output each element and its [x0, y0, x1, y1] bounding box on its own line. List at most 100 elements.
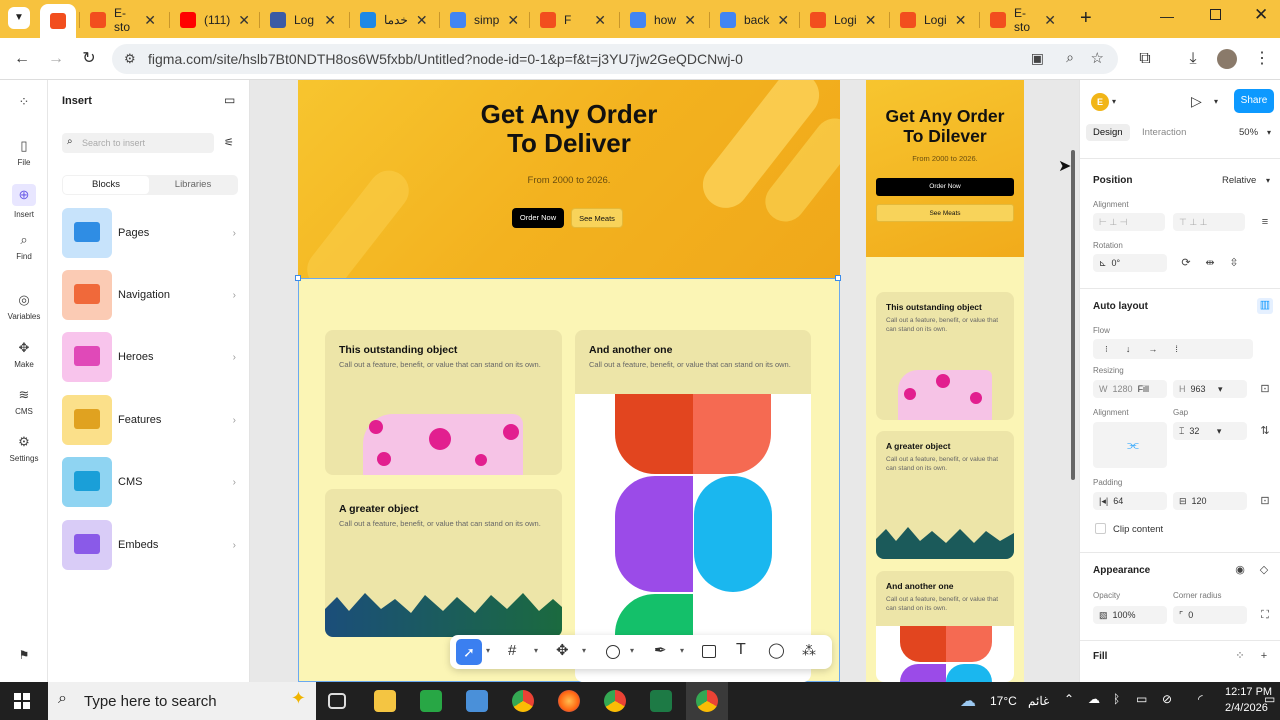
rotate-icon[interactable]: ⟳: [1179, 256, 1193, 270]
close-window-button[interactable]: ✕: [1254, 5, 1268, 25]
selection-handle[interactable]: [835, 275, 841, 281]
file-explorer-icon[interactable]: [374, 690, 396, 712]
rail-item[interactable]: ≋ CMS: [0, 387, 48, 416]
browser-tab[interactable]: (111) ✕: [170, 6, 256, 34]
tab-blocks[interactable]: Blocks: [63, 176, 149, 194]
chevron-down-icon[interactable]: ▾: [680, 646, 684, 655]
styles-icon[interactable]: ⁘: [1233, 649, 1247, 663]
chevron-down-icon[interactable]: ▾: [534, 646, 538, 655]
windows-start-icon[interactable]: [14, 693, 30, 709]
hero-section[interactable]: Get Any Order To Deliver From 2000 to 20…: [298, 80, 840, 278]
chevron-down-icon[interactable]: ▾: [486, 646, 490, 655]
chrome-icon[interactable]: [696, 690, 718, 712]
radius-field[interactable]: ⌜ 0: [1173, 606, 1247, 624]
block-item[interactable]: Features ›: [62, 395, 238, 445]
chevron-down-icon[interactable]: ▾: [630, 646, 634, 655]
close-tab-icon[interactable]: ✕: [865, 12, 877, 29]
chevron-down-icon[interactable]: ▾: [1267, 128, 1271, 137]
close-tab-icon[interactable]: ✕: [416, 12, 428, 29]
text-tool-icon[interactable]: T: [736, 641, 746, 659]
mobile-card[interactable]: A greater object Call out a feature, ben…: [876, 431, 1014, 559]
restore-button[interactable]: [1210, 9, 1221, 20]
opacity-field[interactable]: ▧ 100%: [1093, 606, 1167, 624]
feature-card[interactable]: This outstanding object Call out a featu…: [325, 330, 562, 475]
comment-tool-icon[interactable]: ◯: [768, 641, 785, 659]
resize-options-icon[interactable]: ⊡: [1258, 382, 1272, 396]
chrome-icon[interactable]: [512, 690, 534, 712]
pen-tool-icon[interactable]: ✒: [654, 641, 667, 659]
tray-chevron-icon[interactable]: ⌃: [1064, 692, 1074, 706]
align-horizontal-group[interactable]: ⊢ ⊥ ⊣: [1093, 213, 1165, 231]
design-canvas[interactable]: Get Any Order To Deliver From 2000 to 20…: [250, 80, 1079, 682]
browser-tab[interactable]: E-sto ✕: [80, 6, 166, 34]
chevron-down-icon[interactable]: ▾: [1214, 97, 1218, 106]
camtasia-icon[interactable]: [420, 690, 442, 712]
close-tab-icon[interactable]: ✕: [777, 12, 789, 29]
network-icon[interactable]: ⊘: [1162, 692, 1172, 706]
feedback-icon[interactable]: ⚑: [0, 648, 48, 662]
minimize-button[interactable]: —: [1160, 8, 1174, 24]
user-avatar[interactable]: E: [1091, 93, 1109, 111]
url-field[interactable]: ⚙ figma.com/site/hslb7Bt0NDTH8os6W5fxbb/…: [112, 44, 1118, 74]
browser-tab[interactable]: Logi ✕: [890, 6, 976, 34]
feature-card[interactable]: A greater object Call out a feature, ben…: [325, 489, 562, 637]
padding-options-icon[interactable]: ⊡: [1258, 494, 1272, 508]
rail-item[interactable]: ▯ File: [0, 138, 48, 167]
eye-icon[interactable]: ◉: [1233, 563, 1247, 577]
back-button[interactable]: ←: [12, 49, 32, 69]
book-icon[interactable]: ▭: [224, 93, 235, 107]
save-page-icon[interactable]: ▣: [1031, 50, 1044, 67]
close-tab-icon[interactable]: ✕: [594, 12, 606, 29]
desktop-frame[interactable]: Get Any Order To Deliver From 2000 to 20…: [295, 80, 841, 682]
new-tab-button[interactable]: +: [1080, 7, 1092, 30]
close-tab-icon[interactable]: ✕: [955, 12, 967, 29]
extensions-icon[interactable]: ⧉: [1135, 49, 1155, 69]
play-icon[interactable]: ▷: [1191, 93, 1202, 110]
wifi-icon[interactable]: ◜: [1198, 692, 1203, 706]
browser-tab[interactable]: back ✕: [710, 6, 796, 34]
selection-handle[interactable]: [295, 275, 301, 281]
browser-menu-icon[interactable]: ⋮: [1252, 49, 1272, 69]
canvas-scrollbar[interactable]: [1071, 150, 1075, 480]
close-tab-icon[interactable]: ✕: [238, 12, 250, 29]
gap-field[interactable]: ⌶ 32 ▾: [1173, 422, 1247, 440]
video-icon[interactable]: ▭: [1136, 692, 1147, 706]
order-now-button[interactable]: Order Now: [512, 208, 564, 228]
feature-card[interactable]: And another one Call out a feature, bene…: [575, 330, 811, 682]
block-item[interactable]: Pages ›: [62, 208, 238, 258]
height-field[interactable]: H 963 ▾: [1173, 380, 1247, 398]
align-vertical-group[interactable]: ⊤ ⊥ ⊥: [1173, 213, 1245, 231]
mobile-card[interactable]: And another one Call out a feature, bene…: [876, 571, 1014, 682]
insert-search-field[interactable]: ⌕ Search to insert: [62, 133, 214, 153]
cloud-sync-icon[interactable]: ☁: [1088, 692, 1100, 706]
browser-tab[interactable]: [40, 4, 76, 38]
clock-date[interactable]: 2/4/2026: [1225, 702, 1268, 714]
mobile-order-button[interactable]: Order Now: [876, 178, 1014, 196]
download-icon[interactable]: ⤓: [1183, 49, 1203, 69]
close-tab-icon[interactable]: ✕: [144, 12, 156, 29]
mobile-see-button[interactable]: See Meats: [876, 204, 1014, 222]
browser-tab[interactable]: خدما ✕: [350, 6, 436, 34]
mobile-hero[interactable]: Get Any Order To Dilever From 2000 to 20…: [866, 80, 1024, 257]
padding-horizontal-field[interactable]: |◂| 64: [1093, 492, 1167, 510]
browser-tab[interactable]: simp ✕: [440, 6, 526, 34]
tab-interaction[interactable]: Interaction: [1142, 127, 1186, 138]
gap-options-icon[interactable]: ⇅: [1258, 424, 1272, 438]
close-tab-icon[interactable]: ✕: [1044, 12, 1056, 29]
task-view-icon[interactable]: [328, 693, 346, 709]
browser-tab[interactable]: F ✕: [530, 6, 616, 34]
alignment-grid[interactable]: ⫘: [1093, 422, 1167, 468]
move-tool-button[interactable]: ➚: [456, 639, 482, 665]
site-info-icon[interactable]: ⚙: [124, 51, 136, 67]
notifications-icon[interactable]: ▭: [1264, 692, 1275, 706]
reload-button[interactable]: ↻: [79, 49, 99, 69]
rail-item[interactable]: ⌕ Find: [0, 232, 48, 261]
close-tab-icon[interactable]: ✕: [507, 12, 519, 29]
bookmark-star-icon[interactable]: ☆: [1091, 49, 1104, 67]
firefox-icon[interactable]: [558, 690, 580, 712]
forward-button[interactable]: →: [46, 49, 66, 69]
weather-temp[interactable]: 17°C: [990, 694, 1017, 708]
actions-icon[interactable]: ⁂: [802, 642, 816, 659]
rail-item[interactable]: ⊕ Insert: [0, 184, 48, 219]
chrome-icon[interactable]: [604, 690, 626, 712]
